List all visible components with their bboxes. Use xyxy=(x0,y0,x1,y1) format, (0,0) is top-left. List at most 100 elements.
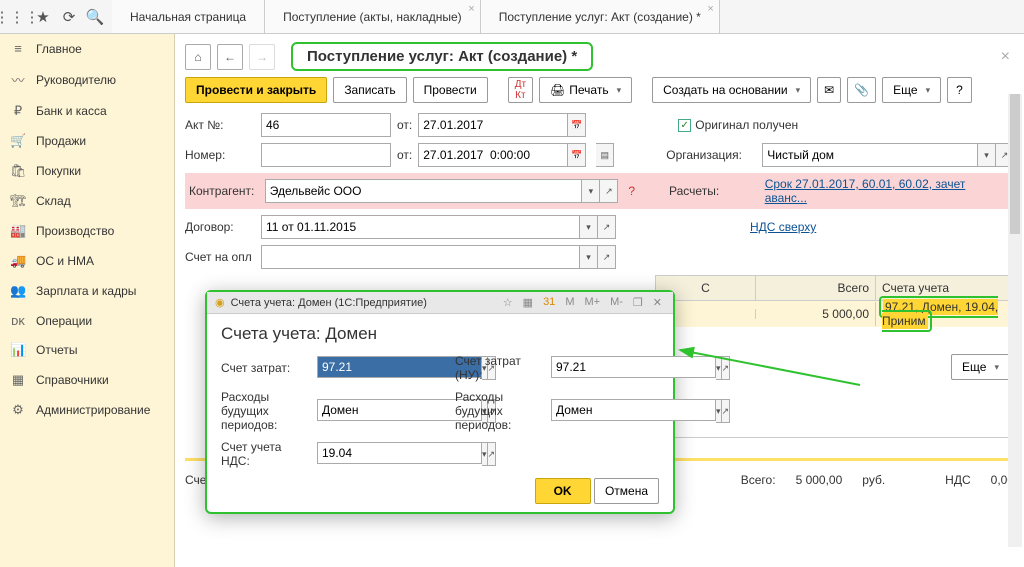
ruble-icon: ₽ xyxy=(10,103,26,119)
nomer-input[interactable] xyxy=(261,143,391,167)
save-button[interactable]: Записать xyxy=(333,77,406,103)
scrollbar[interactable] xyxy=(1008,94,1022,547)
tab-current[interactable]: Поступление услуг: Акт (создание) *× xyxy=(481,0,720,33)
sidebar-item-main[interactable]: ≡Главное xyxy=(0,34,174,63)
window-icon[interactable]: ❐ xyxy=(630,296,646,309)
akt-no-input[interactable] xyxy=(261,113,391,137)
sidebar-item-reports[interactable]: 📊Отчеты xyxy=(0,335,174,365)
m-plus-icon[interactable]: M+ xyxy=(581,296,603,309)
nds-label: НДС xyxy=(945,473,970,487)
contract-input[interactable] xyxy=(261,215,580,239)
m-icon[interactable]: M xyxy=(562,296,577,309)
sidebar-item-refs[interactable]: ▦Справочники xyxy=(0,365,174,395)
star-icon[interactable]: ★ xyxy=(34,8,52,26)
dropdown-icon[interactable]: ▾ xyxy=(978,143,996,167)
sidebar-item-manager[interactable]: 〰Руководителю xyxy=(0,63,174,96)
back-button[interactable]: ← xyxy=(217,44,243,70)
apps-icon[interactable]: ⋮⋮⋮ xyxy=(8,8,26,26)
currency: руб. xyxy=(862,473,885,487)
fav-icon[interactable]: ☆ xyxy=(500,296,516,309)
open-icon[interactable]: ↗ xyxy=(600,179,618,203)
sidebar-item-sales[interactable]: 🛒Продажи xyxy=(0,126,174,156)
calc-link[interactable]: Срок 27.01.2017, 60.01, 60.02, зачет ава… xyxy=(765,177,1010,205)
cost-nu-label: Счет затрат (НУ): xyxy=(455,354,533,382)
app-icon: ◉ xyxy=(215,296,225,309)
check-icon: ✓ xyxy=(678,119,691,132)
dialog-window-title: Счета учета: Домен (1С:Предприятие) xyxy=(231,297,427,309)
more-button[interactable]: Еще xyxy=(882,77,941,103)
dropdown-icon[interactable]: ▾ xyxy=(580,245,598,269)
nds-acc-input[interactable] xyxy=(317,442,482,464)
attach-button[interactable]: 📎 xyxy=(847,77,876,103)
close-icon[interactable]: × xyxy=(468,3,474,15)
post-button[interactable]: Провести xyxy=(413,77,488,103)
table-row[interactable]: 5 000,00 97.21, Домен, 19.04, Приним xyxy=(656,301,1013,327)
sidebar-item-operations[interactable]: ᴅᴋОперации xyxy=(0,306,174,335)
sidebar-item-purchases[interactable]: 🛍Покупки xyxy=(0,156,174,186)
tab-receipts[interactable]: Поступление (акты, накладные)× xyxy=(265,0,481,33)
warehouse-icon: 🏗 xyxy=(10,193,26,209)
sidebar-item-admin[interactable]: ⚙Администрирование xyxy=(0,395,174,425)
gear-icon: ⚙ xyxy=(10,402,26,418)
search-icon[interactable]: 🔍 xyxy=(86,8,104,26)
cart-icon: 🛒 xyxy=(10,133,26,149)
m-minus-icon[interactable]: M- xyxy=(607,296,626,309)
close-icon[interactable]: ✕ xyxy=(650,296,665,309)
col-total: Всего xyxy=(756,276,876,300)
dropdown-icon[interactable]: ▾ xyxy=(580,215,598,239)
sidebar-item-warehouse[interactable]: 🏗Склад xyxy=(0,186,174,216)
cancel-button[interactable]: Отмена xyxy=(594,478,659,504)
dropdown-icon[interactable]: ▾ xyxy=(582,179,600,203)
dk-button[interactable]: ДтКт xyxy=(508,77,533,103)
print-button[interactable]: 🖨Печать xyxy=(539,77,632,103)
doc-icon[interactable]: ▤ xyxy=(596,143,614,167)
close-icon[interactable]: × xyxy=(707,3,713,15)
create-based-button[interactable]: Создать на основании xyxy=(652,77,811,103)
nds-acc-label: Счет учета НДС: xyxy=(221,440,299,468)
open-icon[interactable]: ↗ xyxy=(722,399,731,423)
cost-label: Счет затрат: xyxy=(221,361,299,375)
post-close-button[interactable]: Провести и закрыть xyxy=(185,77,327,103)
sidebar-item-assets[interactable]: 🚚ОС и НМА xyxy=(0,246,174,276)
total-label: Всего: xyxy=(741,473,776,487)
help-icon[interactable]: ? xyxy=(628,184,635,198)
rbp-label: Расходы будущих периодов: xyxy=(221,390,299,432)
history-icon[interactable]: ⟳ xyxy=(60,8,78,26)
cell-accounts[interactable]: 97.21, Домен, 19.04, Приним xyxy=(882,299,998,329)
sidebar-item-production[interactable]: 🏭Производство xyxy=(0,216,174,246)
open-icon[interactable]: ↗ xyxy=(722,356,731,380)
counterparty-input[interactable] xyxy=(265,179,583,203)
ok-button[interactable]: OK xyxy=(535,478,591,504)
cost-nu-input[interactable] xyxy=(551,356,716,378)
original-checkbox[interactable]: ✓Оригинал получен xyxy=(678,118,798,132)
toolbar: Провести и закрыть Записать Провести ДтК… xyxy=(185,77,1014,103)
accounts-dialog: ◉ Счета учета: Домен (1С:Предприятие) ☆ … xyxy=(205,290,675,514)
table-more-button[interactable]: Еще xyxy=(951,354,1010,380)
top-bar: ⋮⋮⋮ ★ ⟳ 🔍 Начальная страница Поступление… xyxy=(0,0,1024,34)
home-button[interactable]: ⌂ xyxy=(185,44,211,70)
sidebar-item-bank[interactable]: ₽Банк и касса xyxy=(0,96,174,126)
nds-link[interactable]: НДС сверху xyxy=(750,220,816,234)
calendar-icon[interactable]: 📅 xyxy=(568,113,586,137)
dialog-title: Счета учета: Домен xyxy=(221,324,659,344)
email-button[interactable]: ✉ xyxy=(817,77,841,103)
open-icon[interactable]: ↗ xyxy=(598,215,616,239)
cal-icon[interactable]: 31 xyxy=(540,296,558,309)
help-button[interactable]: ? xyxy=(947,77,972,103)
counterparty-label: Контрагент: xyxy=(189,184,259,198)
sidebar-item-salary[interactable]: 👥Зарплата и кадры xyxy=(0,276,174,306)
dialog-titlebar[interactable]: ◉ Счета учета: Домен (1С:Предприятие) ☆ … xyxy=(207,292,673,314)
org-input[interactable] xyxy=(762,143,978,167)
calendar-icon[interactable]: 📅 xyxy=(568,143,586,167)
close-icon[interactable]: × xyxy=(1001,48,1010,66)
date2-input[interactable] xyxy=(418,143,568,167)
rbp2-input[interactable] xyxy=(551,399,716,421)
calc-icon[interactable]: ▦ xyxy=(520,296,536,309)
forward-button[interactable]: → xyxy=(249,44,275,70)
factory-icon: 🏭 xyxy=(10,223,26,239)
open-icon[interactable]: ↗ xyxy=(488,442,497,466)
open-icon[interactable]: ↗ xyxy=(598,245,616,269)
tab-start[interactable]: Начальная страница xyxy=(112,0,265,33)
schet-opl-input[interactable] xyxy=(261,245,580,269)
date1-input[interactable] xyxy=(418,113,568,137)
